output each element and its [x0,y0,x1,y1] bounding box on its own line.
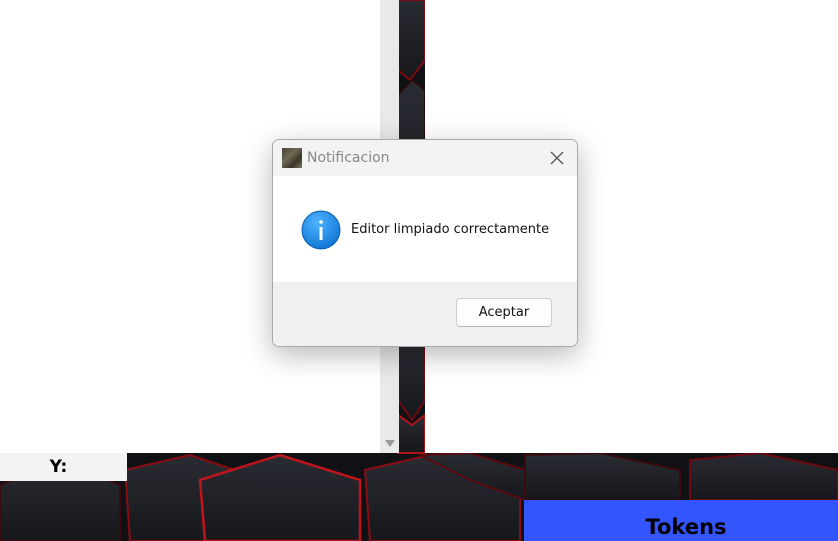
dialog-footer: Aceptar [273,282,577,346]
dialog-body: Editor limpiado correctamente [273,176,577,282]
tokens-label: Tokens [645,515,727,539]
scroll-down-arrow-icon[interactable] [385,440,395,447]
y-label-text: Y: [49,457,68,477]
app-logo-icon [282,148,302,168]
dialog-titlebar[interactable]: Notificacion [273,140,577,176]
info-icon [301,210,341,250]
notification-dialog: Notificacion Editor limpiado correctamen… [272,139,578,347]
accept-button[interactable]: Aceptar [456,298,552,327]
app-window: Y: Tokens Notificacion Editor limpiado c… [0,0,838,541]
dialog-title: Notificacion [307,150,390,166]
close-icon[interactable] [547,148,567,168]
dialog-message: Editor limpiado correctamente [351,222,550,237]
tokens-button[interactable]: Tokens [524,500,838,541]
y-coordinate-label: Y: [0,453,127,481]
